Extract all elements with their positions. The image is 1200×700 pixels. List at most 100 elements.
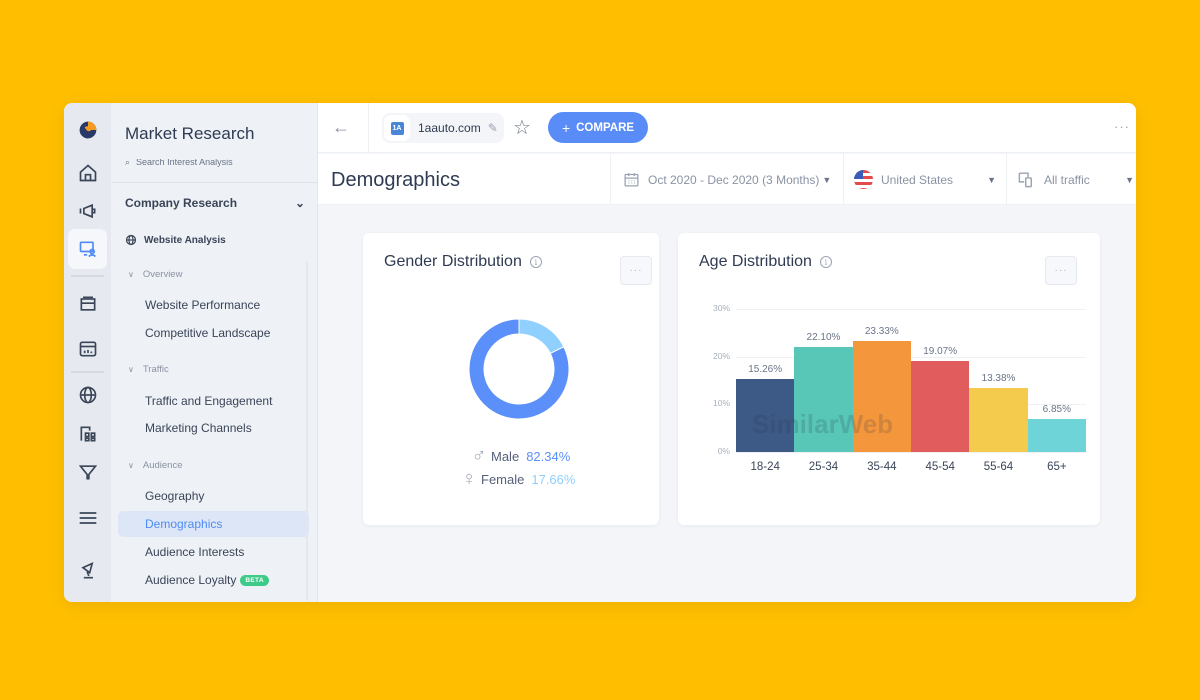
nav-item-audience-loyalty[interactable]: Audience Loyalty BETA — [118, 567, 309, 593]
gender-distribution-card: Gender Distribution i ··· ♂ Male 82.34% … — [363, 233, 659, 525]
globe-icon[interactable] — [64, 380, 111, 410]
bar-35-44[interactable] — [852, 340, 911, 452]
nav-group-overview[interactable]: ∨ Overview — [128, 269, 182, 280]
caret-down-icon: ▼ — [987, 174, 996, 185]
bar-value-label: 23.33% — [864, 325, 899, 337]
x-tick-label: 65+ — [1047, 461, 1067, 473]
home-icon[interactable] — [64, 158, 111, 188]
plus-icon: + — [561, 119, 571, 136]
satellite-icon[interactable] — [64, 556, 111, 586]
country-filter[interactable]: United States ▼ — [843, 154, 1006, 205]
nav-item-marketing-channels[interactable]: Marketing Channels — [118, 415, 309, 441]
x-tick-label: 45-54 — [925, 461, 955, 473]
x-tick-label: 55-64 — [983, 461, 1014, 473]
nav-scrollbar[interactable] — [306, 261, 308, 601]
legend-male: ♂ Male 82.34% — [467, 445, 571, 468]
age-bar-chart: 0% 10% 20% 30% 15.26% 18-24 22.10% 25-34 23.33% 3… — [678, 233, 1100, 525]
gridline — [736, 309, 1086, 310]
date-range-filter[interactable]: Oct 2020 - Dec 2020 (3 Months) ▼ — [610, 154, 843, 205]
chevron-down-icon: ∨ — [128, 270, 134, 279]
icon-rail — [64, 103, 111, 602]
compare-button[interactable]: + COMPARE — [548, 112, 648, 143]
rail-divider — [71, 371, 104, 373]
bar-value-label: 13.38% — [981, 373, 1016, 385]
us-flag-icon — [854, 170, 873, 189]
traffic-filter[interactable]: All traffic ▼ — [1006, 154, 1136, 205]
site-name: 1aauto.com — [418, 121, 481, 135]
back-arrow-icon[interactable]: ← — [332, 117, 350, 138]
nav-item-search-interest-analysis[interactable]: ⌕ Search Interest Analysis — [125, 159, 233, 171]
age-distribution-card: Age Distribution i ··· 0% 10% 20% 30% 15.26%… — [678, 233, 1100, 525]
nav-item-audience-interests[interactable]: Audience Interests — [118, 539, 309, 565]
bar-45-54[interactable] — [911, 361, 970, 452]
site-favicon-icon: 1A — [390, 121, 404, 135]
pencil-icon[interactable]: ✎ — [488, 121, 498, 135]
male-symbol-icon: ♂ — [471, 445, 487, 467]
male-value: 82.34% — [526, 449, 571, 464]
nav-section-company-research[interactable]: Company Research ⌄ — [125, 196, 305, 210]
gender-donut-chart — [468, 318, 570, 420]
search-interest-icon: ⌕ — [125, 159, 131, 167]
chevron-down-icon: ∨ — [128, 461, 134, 470]
x-tick-label: 35-44 — [867, 461, 897, 473]
donut-slice-female[interactable] — [518, 318, 565, 355]
info-icon[interactable]: i — [529, 256, 542, 268]
nav-item-website-performance[interactable]: Website Performance — [118, 292, 309, 318]
nav-item-competitive-landscape[interactable]: Competitive Landscape — [118, 320, 309, 346]
globe-icon — [125, 234, 137, 246]
nav-divider — [111, 182, 318, 183]
chevron-down-icon: ⌄ — [294, 196, 305, 210]
card-title: Gender Distribution i — [384, 253, 542, 271]
star-icon[interactable]: ☆ — [513, 115, 531, 140]
female-symbol-icon: ♀ — [461, 468, 477, 490]
bar-value-label: 19.07% — [923, 346, 958, 358]
megaphone-icon[interactable] — [64, 196, 111, 226]
x-tick-label: 18-24 — [750, 461, 780, 473]
app-window: Market Research ⌕ Search Interest Analys… — [64, 103, 1136, 602]
gridline — [736, 452, 1086, 453]
nav-website-analysis[interactable]: Website Analysis — [125, 234, 226, 246]
x-tick-label: 25-34 — [808, 461, 839, 473]
page-title: Demographics — [331, 169, 460, 191]
y-tick-label: 10% — [712, 398, 730, 409]
dashboard-icon[interactable] — [64, 334, 111, 364]
caret-down-icon: ▼ — [822, 174, 832, 185]
bar-65+[interactable] — [1027, 419, 1086, 452]
y-tick-label: 30% — [712, 303, 730, 313]
bar-value-label: 6.85% — [1042, 404, 1071, 416]
page-header: Demographics Oct 2020 - Dec 2020 (3 Mont… — [318, 154, 1136, 205]
more-options-icon[interactable]: ··· — [1114, 119, 1130, 134]
nav-item-geography[interactable]: Geography — [118, 483, 309, 509]
bar-value-label: 15.26% — [748, 364, 783, 376]
logo-icon[interactable] — [64, 115, 111, 145]
menu-icon[interactable] — [64, 503, 111, 533]
card-more-button[interactable]: ··· — [620, 256, 652, 285]
devices-icon — [1018, 172, 1032, 188]
nav-group-audience[interactable]: ∨ Audience — [128, 460, 182, 471]
chevron-down-icon: ∨ — [128, 365, 134, 374]
bar-value-label: 22.10% — [806, 331, 841, 343]
inbox-icon[interactable] — [64, 289, 111, 319]
female-value: 17.66% — [531, 472, 576, 487]
beta-badge: BETA — [240, 574, 269, 586]
apps-icon[interactable] — [64, 419, 111, 449]
nav-title: Market Research — [125, 124, 255, 143]
bar-25-34[interactable] — [794, 346, 853, 452]
calendar-icon — [624, 173, 639, 187]
nav-item-traffic-engagement[interactable]: Traffic and Engagement — [118, 388, 309, 414]
nav-panel: Market Research ⌕ Search Interest Analys… — [111, 103, 318, 602]
y-tick-label: 0% — [717, 446, 730, 456]
content-area: Gender Distribution i ··· ♂ Male 82.34% … — [318, 205, 1136, 602]
rail-divider — [71, 275, 104, 277]
nav-group-traffic[interactable]: ∨ Traffic — [128, 364, 169, 375]
bar-55-64[interactable] — [969, 388, 1028, 452]
y-tick-label: 20% — [712, 350, 730, 361]
website-analysis-icon[interactable] — [64, 234, 111, 264]
legend-female: ♀ Female 17.66% — [457, 468, 576, 491]
nav-item-demographics[interactable]: Demographics — [118, 511, 309, 537]
site-chip[interactable]: 1A 1aauto.com ✎ — [382, 113, 504, 143]
caret-down-icon: ▼ — [1125, 174, 1134, 185]
bar-18-24[interactable] — [736, 379, 795, 452]
top-bar: ← 1A 1aauto.com ✎ ☆ + COMPARE ··· — [318, 103, 1136, 153]
funnel-icon[interactable] — [64, 457, 111, 487]
